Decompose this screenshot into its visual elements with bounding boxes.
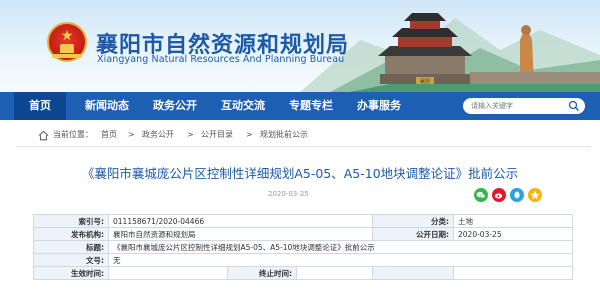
breadcrumb-item-catalog[interactable]: 公开目录 bbox=[201, 124, 233, 146]
tower-plaque-text: 襄阳 bbox=[419, 79, 430, 85]
publish-date: 2020-03-25 bbox=[268, 190, 309, 198]
docno-label: 文号: bbox=[33, 253, 109, 267]
nav-item-home[interactable]: 首页 bbox=[14, 92, 66, 120]
breadcrumb-item-home[interactable]: 首页 bbox=[101, 124, 117, 146]
table-row: 生效时间: 终止时间: bbox=[33, 266, 573, 280]
expire-value bbox=[296, 267, 372, 279]
search-box bbox=[463, 98, 585, 114]
category-value: 土地 bbox=[453, 214, 573, 228]
wechat-share-icon[interactable] bbox=[474, 188, 488, 202]
pubdate-label: 公开日期: bbox=[372, 227, 454, 241]
article-meta: 2020-03-25 bbox=[0, 188, 600, 202]
breadcrumb-separator: > bbox=[128, 130, 135, 139]
table-row: 索引号: 011158671/2020-04466 分类: 土地 bbox=[33, 214, 573, 228]
site-subtitle: Xiangyang Natural Resources And Planning… bbox=[97, 54, 345, 65]
weibo-share-icon[interactable] bbox=[492, 188, 506, 202]
empty-cell bbox=[453, 266, 573, 280]
nav-item-interaction[interactable]: 互动交流 bbox=[214, 92, 272, 120]
effective-value bbox=[110, 268, 228, 279]
document-info-table: 索引号: 011158671/2020-04466 分类: 土地 发布机构: 襄… bbox=[33, 214, 573, 280]
index-label: 索引号: bbox=[33, 214, 109, 228]
expire-label: 终止时间: bbox=[227, 267, 297, 279]
search-input[interactable] bbox=[471, 99, 563, 113]
breadcrumb-separator: > bbox=[187, 130, 194, 139]
title-value: 《襄阳市襄城庞公片区控制性详细规划A5-05、A5-10地块调整论证》批前公示 bbox=[108, 240, 573, 254]
breadcrumb-prefix: 当前位置： bbox=[53, 130, 93, 139]
publisher-label: 发布机构: bbox=[33, 227, 109, 241]
title-label: 标题: bbox=[33, 240, 109, 254]
table-row: 文号: 无 bbox=[33, 253, 573, 267]
national-emblem-icon: ★ bbox=[47, 22, 87, 62]
effective-cell: 终止时间: bbox=[108, 266, 373, 280]
table-row: 标题: 《襄阳市襄城庞公片区控制性详细规划A5-05、A5-10地块调整论证》批… bbox=[33, 240, 573, 254]
empty-cell bbox=[372, 266, 454, 280]
breadcrumb: 当前位置： 首页 > 政务公开 > 公开目录 > 规划批前公示 bbox=[16, 124, 591, 147]
publisher-value: 襄阳市自然资源和规划局 bbox=[108, 227, 373, 241]
article-title: 《襄阳市襄城庞公片区控制性详细规划A5-05、A5-10地块调整论证》批前公示 bbox=[81, 166, 519, 181]
header-banner: 襄阳 ★ 襄阳市自然资源和规划局 Xiangyang Natural Resou… bbox=[0, 0, 600, 92]
nav-item-news[interactable]: 新闻动态 bbox=[78, 92, 136, 120]
table-row: 发布机构: 襄阳市自然资源和规划局 公开日期: 2020-03-25 bbox=[33, 227, 573, 241]
docno-value: 无 bbox=[108, 253, 573, 267]
breadcrumb-separator: > bbox=[246, 130, 253, 139]
nav-item-gov-affairs[interactable]: 政务公开 bbox=[146, 92, 204, 120]
nav-item-services[interactable]: 办事服务 bbox=[350, 92, 408, 120]
search-icon[interactable] bbox=[568, 100, 580, 112]
main-nav: 首页 新闻动态 政务公开 互动交流 专题专栏 办事服务 bbox=[0, 92, 600, 120]
category-label: 分类: bbox=[372, 214, 454, 228]
pubdate-value: 2020-03-25 bbox=[453, 227, 573, 241]
nav-item-topics[interactable]: 专题专栏 bbox=[282, 92, 340, 120]
qzone-share-icon[interactable] bbox=[528, 188, 542, 202]
breadcrumb-item-planning[interactable]: 规划批前公示 bbox=[260, 124, 308, 146]
effective-label: 生效时间: bbox=[33, 266, 109, 280]
index-value: 011158671/2020-04466 bbox=[108, 214, 373, 228]
qq-share-icon[interactable] bbox=[510, 188, 524, 202]
breadcrumb-item-gov-affairs[interactable]: 政务公开 bbox=[142, 124, 174, 146]
